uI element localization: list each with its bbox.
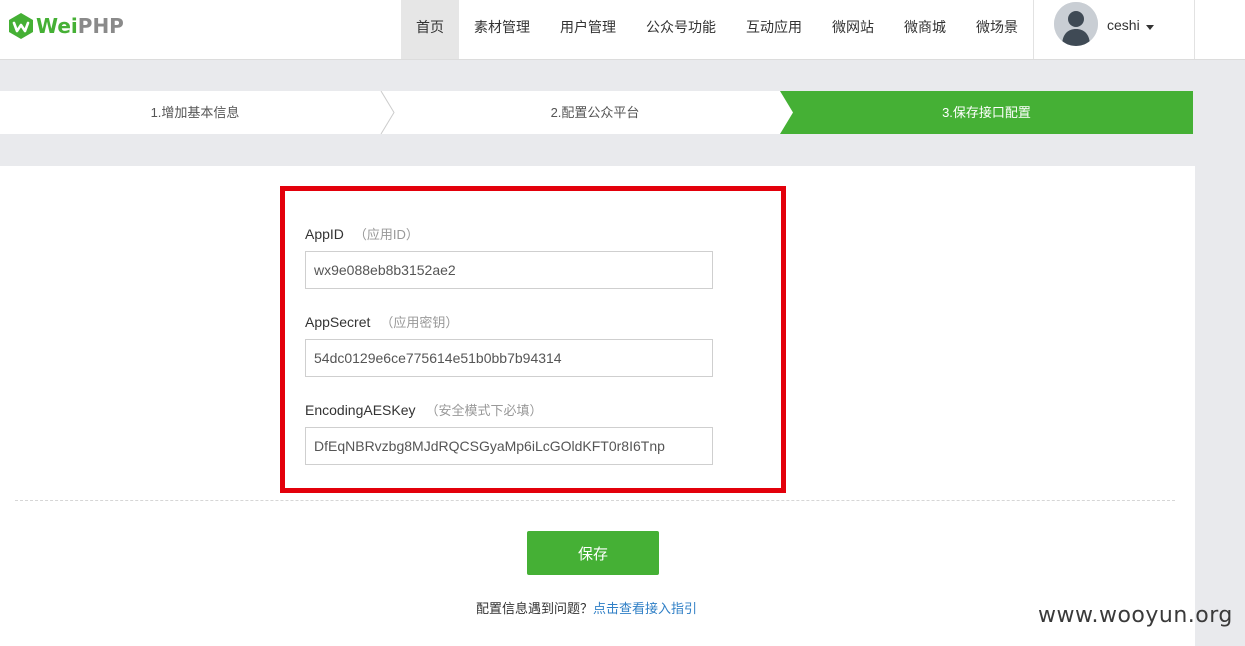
appsecret-input[interactable] <box>305 339 713 377</box>
nav-item-users[interactable]: 用户管理 <box>545 0 631 59</box>
appid-input[interactable] <box>305 251 713 289</box>
aeskey-hint: （安全模式下必填） <box>425 403 543 418</box>
nav-item-micro-scene[interactable]: 微场景 <box>961 0 1033 59</box>
aeskey-label: EncodingAESKey （安全模式下必填） <box>305 402 543 418</box>
progress-steps: 1.增加基本信息 2.配置公众平台 3.保存接口配置 <box>0 91 1193 134</box>
weiphp-logo[interactable]: WeiPHP <box>8 12 124 40</box>
step-2: 2.配置公众平台 <box>550 105 640 120</box>
appid-label: AppID （应用ID） <box>305 226 419 242</box>
aeskey-input[interactable] <box>305 427 713 465</box>
save-button[interactable]: 保存 <box>527 531 659 575</box>
appsecret-label: AppSecret （应用密钥） <box>305 314 459 330</box>
nav-item-interactive-apps[interactable]: 互动应用 <box>731 0 817 59</box>
avatar[interactable] <box>1054 2 1098 46</box>
appid-hint: （应用ID） <box>353 227 419 242</box>
username[interactable]: ceshi <box>1107 17 1140 33</box>
logo-text: WeiPHP <box>36 14 124 38</box>
user-avatar-icon <box>1054 2 1098 46</box>
logo-icon <box>9 13 33 39</box>
config-panel: AppID（应用ID） AppSecret（应用密钥） EncodingAESK… <box>0 166 1195 646</box>
nav-item-micro-shop[interactable]: 微商城 <box>889 0 961 59</box>
nav-item-home[interactable]: 首页 <box>401 0 459 59</box>
appsecret-hint: （应用密钥） <box>380 315 459 330</box>
user-menu[interactable]: ceshi <box>1033 0 1195 59</box>
step-3-active: 3.保存接口配置 <box>942 105 1031 120</box>
watermark: www.wooyun.org <box>1038 603 1233 628</box>
nav-item-account-features[interactable]: 公众号功能 <box>631 0 731 59</box>
chevron-down-icon[interactable] <box>1146 25 1154 30</box>
dashed-divider <box>15 500 1175 501</box>
integration-guide-link[interactable]: 点击查看接入指引 <box>593 601 697 616</box>
nav-item-materials[interactable]: 素材管理 <box>459 0 545 59</box>
top-header: WeiPHP 首页 素材管理 用户管理 公众号功能 互动应用 微网站 微商城 微… <box>0 0 1245 60</box>
nav-item-micro-site[interactable]: 微网站 <box>817 0 889 59</box>
help-text: 配置信息遇到问题？ <box>476 601 594 616</box>
main-nav: 首页 素材管理 用户管理 公众号功能 互动应用 微网站 微商城 微场景 <box>401 0 1033 59</box>
step-1: 1.增加基本信息 <box>150 105 240 120</box>
help-line: 配置信息遇到问题？点击查看接入指引 <box>476 598 697 617</box>
